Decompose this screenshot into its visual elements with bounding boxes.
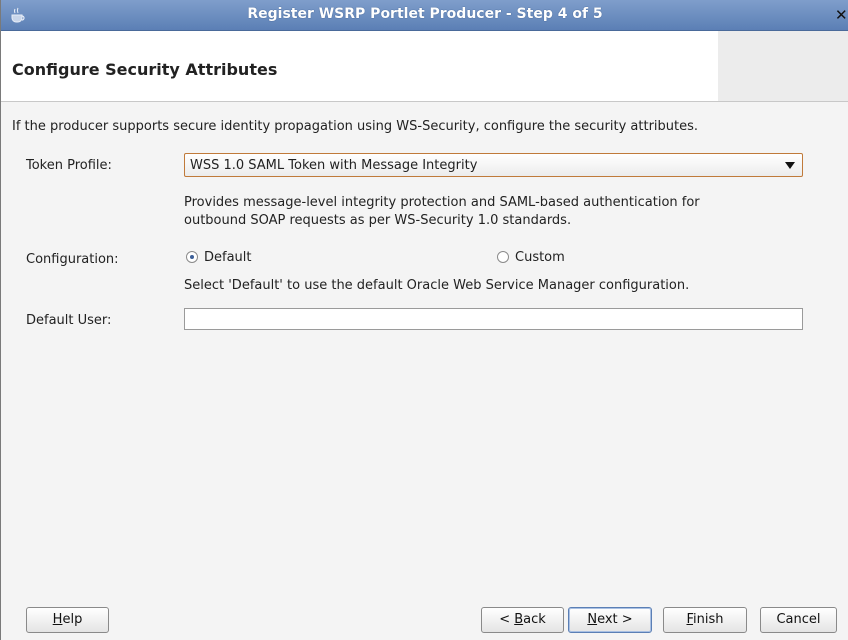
intro-text: If the producer supports secure identity… [12,119,699,134]
default-user-label: Default User: [26,313,112,328]
configuration-label: Configuration: [26,252,119,267]
help-button[interactable]: Help [26,607,109,633]
title-bar[interactable]: Register WSRP Portlet Producer - Step 4 … [1,0,848,31]
radio-default[interactable]: Default [186,249,252,265]
wizard-header: Configure Security Attributes [1,31,848,102]
default-user-input[interactable] [184,308,803,330]
cancel-button[interactable]: Cancel [760,607,837,633]
next-button[interactable]: Next > [568,607,652,633]
back-button[interactable]: < Back [481,607,564,633]
back-mnemonic: B [514,612,524,627]
window-title: Register WSRP Portlet Producer - Step 4 … [247,6,603,22]
wizard-footer: Help < Back Next > Finish Cancel [1,590,848,640]
close-icon[interactable]: ✕ [835,6,848,24]
help-label-rest: elp [62,612,83,627]
token-profile-selected: WSS 1.0 SAML Token with Message Integrit… [190,158,478,173]
page-title: Configure Security Attributes [12,60,278,79]
radio-default-label: Default [204,249,252,265]
header-graphic-panel [718,31,848,101]
back-label-prefix: < [499,612,515,627]
radio-default-circle[interactable] [186,251,198,263]
finish-button[interactable]: Finish [663,607,747,633]
radio-custom-circle[interactable] [497,251,509,263]
back-label-rest: ack [523,612,546,627]
token-profile-dropdown[interactable]: WSS 1.0 SAML Token with Message Integrit… [184,153,803,177]
next-label-rest: ext > [597,612,633,627]
next-mnemonic: N [587,612,598,627]
wizard-dialog: Register WSRP Portlet Producer - Step 4 … [0,0,848,640]
token-profile-label: Token Profile: [26,158,112,173]
wizard-content: If the producer supports secure identity… [1,102,848,590]
finish-label-rest: inish [693,612,724,627]
token-profile-description-line1: Provides message-level integrity protect… [184,195,700,210]
dropdown-arrow-icon[interactable] [785,162,795,169]
radio-custom-label: Custom [515,249,565,265]
token-profile-description-line2: outbound SOAP requests as per WS-Securit… [184,213,572,228]
help-mnemonic: H [52,612,63,627]
configuration-hint: Select 'Default' to use the default Orac… [184,278,690,293]
radio-custom[interactable]: Custom [497,249,565,265]
